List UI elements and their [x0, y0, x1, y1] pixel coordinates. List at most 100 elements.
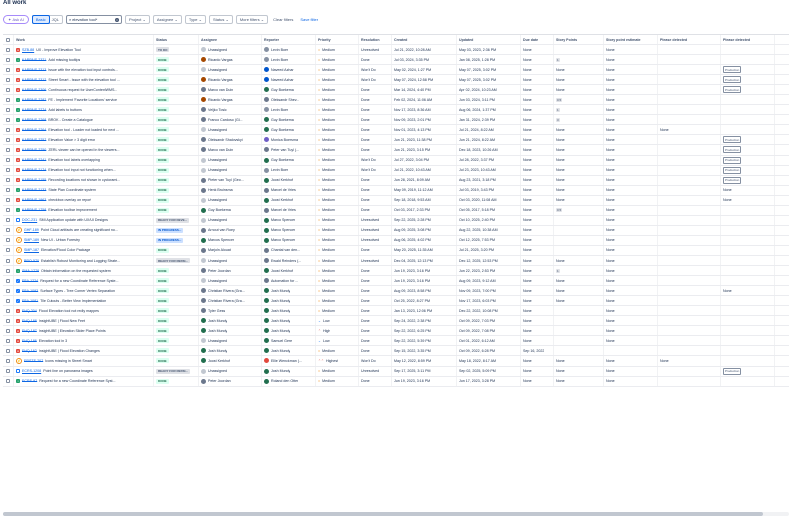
work-summary[interactable]: Obtain information on the requested syst… — [41, 269, 111, 273]
clear-search-icon[interactable]: × — [114, 17, 119, 22]
reporter-name[interactable]: Josh Mundy — [271, 319, 290, 323]
work-summary[interactable]: Issue with the elevation tool input cont… — [48, 68, 118, 72]
status-filter[interactable]: Status ⌄ — [209, 15, 233, 24]
assignee-name[interactable]: Unassigned — [208, 68, 227, 72]
work-key-link[interactable]: FHQ-186 — [22, 339, 37, 343]
table-row[interactable]: ● FHQ-187 InsightUBE | Elevation Slider Pl… — [3, 326, 789, 337]
table-row[interactable]: ● KAPPAIS-2306 Continuous request for User… — [3, 85, 789, 96]
work-summary[interactable]: InsightUBE | Flood Elevation Changes — [39, 349, 100, 353]
assignee-name[interactable]: Pieter van Tuyl (Geo... — [208, 178, 244, 182]
work-summary[interactable]: Request for a new Coordinate Reference S… — [39, 379, 115, 383]
work-summary[interactable]: Continuous request for UserContextWMS... — [48, 88, 117, 92]
clear-filters-link[interactable]: Clear filters — [271, 17, 295, 22]
assignee-name[interactable]: Unassigned — [208, 259, 227, 263]
work-key-link[interactable]: KAPPAIS-2282 — [22, 98, 46, 102]
reporter-name[interactable]: Marcel de Vries — [271, 188, 296, 192]
work-summary[interactable]: Elevation tool labels overlapping — [48, 158, 100, 162]
status-badge[interactable]: DONE — [156, 338, 169, 344]
work-key-link[interactable]: KAPPAIS-2133 — [22, 188, 46, 192]
reporter-name[interactable]: Levin Boer — [271, 168, 288, 172]
row-checkbox[interactable] — [6, 97, 10, 102]
assignee-name[interactable]: Ricardo Vargas — [208, 58, 233, 62]
row-checkbox[interactable] — [6, 178, 10, 183]
assignee-name[interactable]: Christian Rivera (Gra... — [208, 299, 245, 303]
table-row[interactable]: ● KAPPAIS-2264 Elevation tool - Loader not… — [3, 125, 789, 136]
work-summary[interactable]: SMI Application update with UX/UI Design… — [39, 218, 108, 222]
column-header-due-date[interactable]: Due date — [521, 35, 554, 44]
reporter-name[interactable]: Oleksandr Shev... — [271, 98, 299, 102]
table-row[interactable]: ● FHQ-204 Flood Elevation tool not redly m… — [3, 306, 789, 317]
table-row[interactable]: ▪ KAPPAIS-2282 FE - Implement 'Favorite Lo… — [3, 95, 789, 106]
work-key-link[interactable]: FHQ-204 — [22, 309, 37, 313]
assignee-name[interactable]: Unassigned — [208, 339, 227, 343]
assignee-name[interactable]: Unassigned — [208, 369, 227, 373]
status-badge[interactable]: DONE — [156, 67, 169, 73]
work-key-link[interactable]: KAPPAIS-2174 — [22, 168, 46, 172]
status-badge[interactable]: IN PROGRESS... — [156, 237, 184, 243]
work-summary[interactable]: Establish Robust Monitoring and Logging … — [41, 259, 120, 263]
work-summary[interactable]: Point Cloud artifacts are creating signi… — [41, 228, 118, 232]
work-summary[interactable]: Surface Types - Tree Corner Vertex Separ… — [40, 289, 115, 293]
row-checkbox[interactable] — [6, 57, 10, 62]
assignee-name[interactable]: Peter Joordan — [208, 269, 231, 273]
jql-view-button[interactable]: JQL — [49, 16, 62, 23]
work-summary[interactable]: Flood Elevation tool not redly mappes — [39, 309, 99, 313]
work-summary[interactable]: Elevation tool - Loader not loaded for n… — [48, 128, 119, 132]
status-badge[interactable]: DONE — [156, 348, 169, 354]
row-checkbox[interactable] — [6, 358, 10, 363]
table-row[interactable]: ⚡ SMP-187 Elevation/Flood Color Package DON… — [3, 245, 789, 256]
status-badge[interactable]: DONE — [156, 87, 169, 93]
row-checkbox[interactable] — [6, 318, 10, 323]
assignee-name[interactable]: Joost Kerkhof — [208, 359, 230, 363]
reporter-name[interactable]: Samuel Gere — [271, 339, 292, 343]
work-key-link[interactable]: FHQ-187 — [22, 329, 37, 333]
column-header-priority[interactable]: Priority — [316, 35, 359, 44]
work-key-link[interactable]: SMP-189 — [24, 238, 39, 242]
assignee-name[interactable]: Arnout van Roey — [208, 228, 235, 232]
work-summary[interactable]: Elevation tool input not functioning whe… — [48, 168, 115, 172]
work-summary[interactable]: Elevation Value > 3 digit error — [48, 138, 95, 142]
reporter-name[interactable]: Peter van Tuyl (... — [271, 148, 299, 152]
work-summary[interactable]: InsightUBE | Elevation Slider Place Poin… — [39, 329, 106, 333]
status-badge[interactable]: DONE — [156, 107, 169, 113]
reporter-name[interactable]: Levin Boer — [271, 108, 288, 112]
status-badge[interactable]: DONE — [156, 207, 169, 213]
work-key-link[interactable]: KAPPAIS-2313 — [22, 68, 46, 72]
reporter-name[interactable]: Ewald Reinders (... — [271, 259, 301, 263]
reporter-name[interactable]: Guy Boekema — [271, 118, 294, 122]
table-row[interactable]: ▪ KAPPAIS-1758 Elevation toolbar improveme… — [3, 205, 789, 216]
work-key-link[interactable]: KAPPAIS-2257 — [22, 138, 46, 142]
reporter-name[interactable]: Josh Mundy — [271, 369, 290, 373]
table-row[interactable]: ● FHQ-186 Elevation tool in 3 DONE Unassigne… — [3, 336, 789, 347]
reporter-name[interactable]: Josh Mundy — [271, 349, 290, 353]
work-summary[interactable]: Icons missing in Street Smart — [45, 359, 92, 363]
scrollbar-thumb[interactable] — [3, 512, 763, 516]
reporter-name[interactable]: Marco Spencer — [271, 218, 295, 222]
work-key-link[interactable]: KAPPAIS-2321 — [22, 58, 46, 62]
table-row[interactable]: ⚡ GHF-189 Point Cloud artifacts are creati… — [3, 225, 789, 236]
status-badge[interactable]: DONE — [156, 97, 169, 103]
status-badge[interactable]: DONE — [156, 137, 169, 143]
column-header-created[interactable]: Created — [392, 35, 457, 44]
status-badge[interactable]: DONE — [156, 147, 169, 153]
reporter-name[interactable]: Guy Boekema — [271, 128, 294, 132]
table-row[interactable]: ✓ FBA-1093 Surface Types - Tree Corner Ver… — [3, 286, 789, 297]
row-checkbox[interactable] — [6, 168, 10, 173]
reporter-name[interactable]: Naveed Azhar — [271, 78, 294, 82]
work-summary[interactable]: Tile Cutouts - Better View Implementatio… — [40, 299, 106, 303]
assignee-name[interactable]: Peter Joordan — [208, 379, 231, 383]
reporter-name[interactable]: Automation for ... — [271, 279, 298, 283]
work-key-link[interactable]: KAPPAIS-2306 — [22, 88, 46, 92]
work-key-link[interactable]: BRO-570 — [24, 259, 39, 263]
work-summary[interactable]: Add missing tooltips — [48, 58, 80, 62]
table-row[interactable]: ● KAPPAIS-2313 Issue with the elevation to… — [3, 65, 789, 76]
work-key-link[interactable]: GHF-189 — [24, 228, 39, 232]
work-key-link[interactable]: SMP-187 — [24, 248, 39, 252]
status-badge[interactable]: DONE — [156, 308, 169, 314]
table-row[interactable]: ✓ FBA-1081 Tile Cutouts - Better View Impl… — [3, 296, 789, 307]
work-key-link[interactable]: KAPPAIS-2241 — [22, 158, 46, 162]
assignee-name[interactable]: Josh Mundy — [208, 319, 227, 323]
work-summary[interactable]: BROK - Create a Catalogue — [48, 118, 93, 122]
column-header-please-detected-2[interactable]: Please detected — [721, 35, 775, 44]
work-summary[interactable]: Elevation/Flood Color Package — [41, 248, 90, 252]
